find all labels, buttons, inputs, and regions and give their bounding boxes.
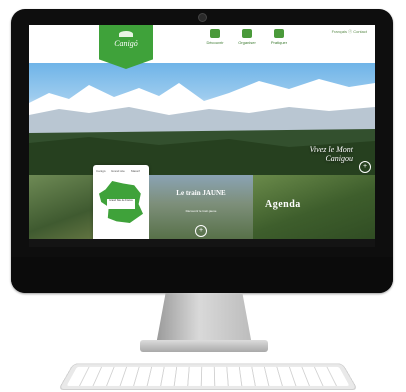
keyboard-keys [66, 366, 350, 386]
tile-landscape[interactable] [29, 175, 93, 247]
panel-tab[interactable]: Massif [131, 169, 140, 173]
hero-more-button[interactable]: + [359, 161, 371, 173]
monitor-base [140, 340, 268, 352]
imac-monitor: Français ⓕ Contact Découvrir Organiser P… [11, 9, 393, 293]
utility-links[interactable]: Français ⓕ Contact [332, 29, 367, 35]
hero-title: Vivez le Mont Canigou [309, 145, 353, 163]
tile-agenda[interactable]: Agenda [253, 175, 375, 247]
feature-tiles: Canigó Grand site Massif Grand Site de F… [29, 165, 375, 247]
monitor-chin [11, 257, 393, 293]
logo-mark-icon [119, 31, 133, 37]
hiker-icon [274, 29, 284, 38]
train-title: Le train JAUNE [176, 189, 226, 197]
screen: Français ⓕ Contact Découvrir Organiser P… [29, 25, 375, 247]
tile-train-jaune[interactable]: Le train JAUNE Découvrir le train jaune … [149, 175, 253, 247]
screen-bottom-strip [29, 239, 375, 247]
logo-text: Canigó [114, 39, 138, 48]
panel-tab[interactable]: Canigó [96, 169, 106, 173]
train-subtitle: Découvrir le train jaune [185, 209, 217, 213]
panel-tab[interactable]: Grand site [111, 169, 125, 173]
nav-label: Organiser [238, 40, 256, 45]
grand-site-panel[interactable]: Canigó Grand site Massif Grand Site de F… [93, 165, 149, 247]
agenda-title: Agenda [265, 199, 301, 210]
nav-label: Découvrir [206, 40, 224, 45]
keyboard [57, 363, 359, 391]
mountain-icon [210, 29, 220, 38]
nav-item-decouvrir[interactable]: Découvrir [197, 29, 233, 45]
site-header: Français ⓕ Contact Découvrir Organiser P… [29, 25, 375, 63]
nav-item-pratiquer[interactable]: Pratiquer [261, 29, 297, 45]
calendar-icon [242, 29, 252, 38]
nav-item-organiser[interactable]: Organiser [229, 29, 265, 45]
webcam [198, 13, 207, 22]
monitor-stand [156, 293, 252, 345]
nav-label: Pratiquer [270, 40, 288, 45]
train-more-button[interactable]: + [195, 225, 207, 237]
grand-site-label: Grand Site de France [107, 199, 135, 209]
hero-banner: Vivez le Mont Canigou + [29, 63, 375, 175]
